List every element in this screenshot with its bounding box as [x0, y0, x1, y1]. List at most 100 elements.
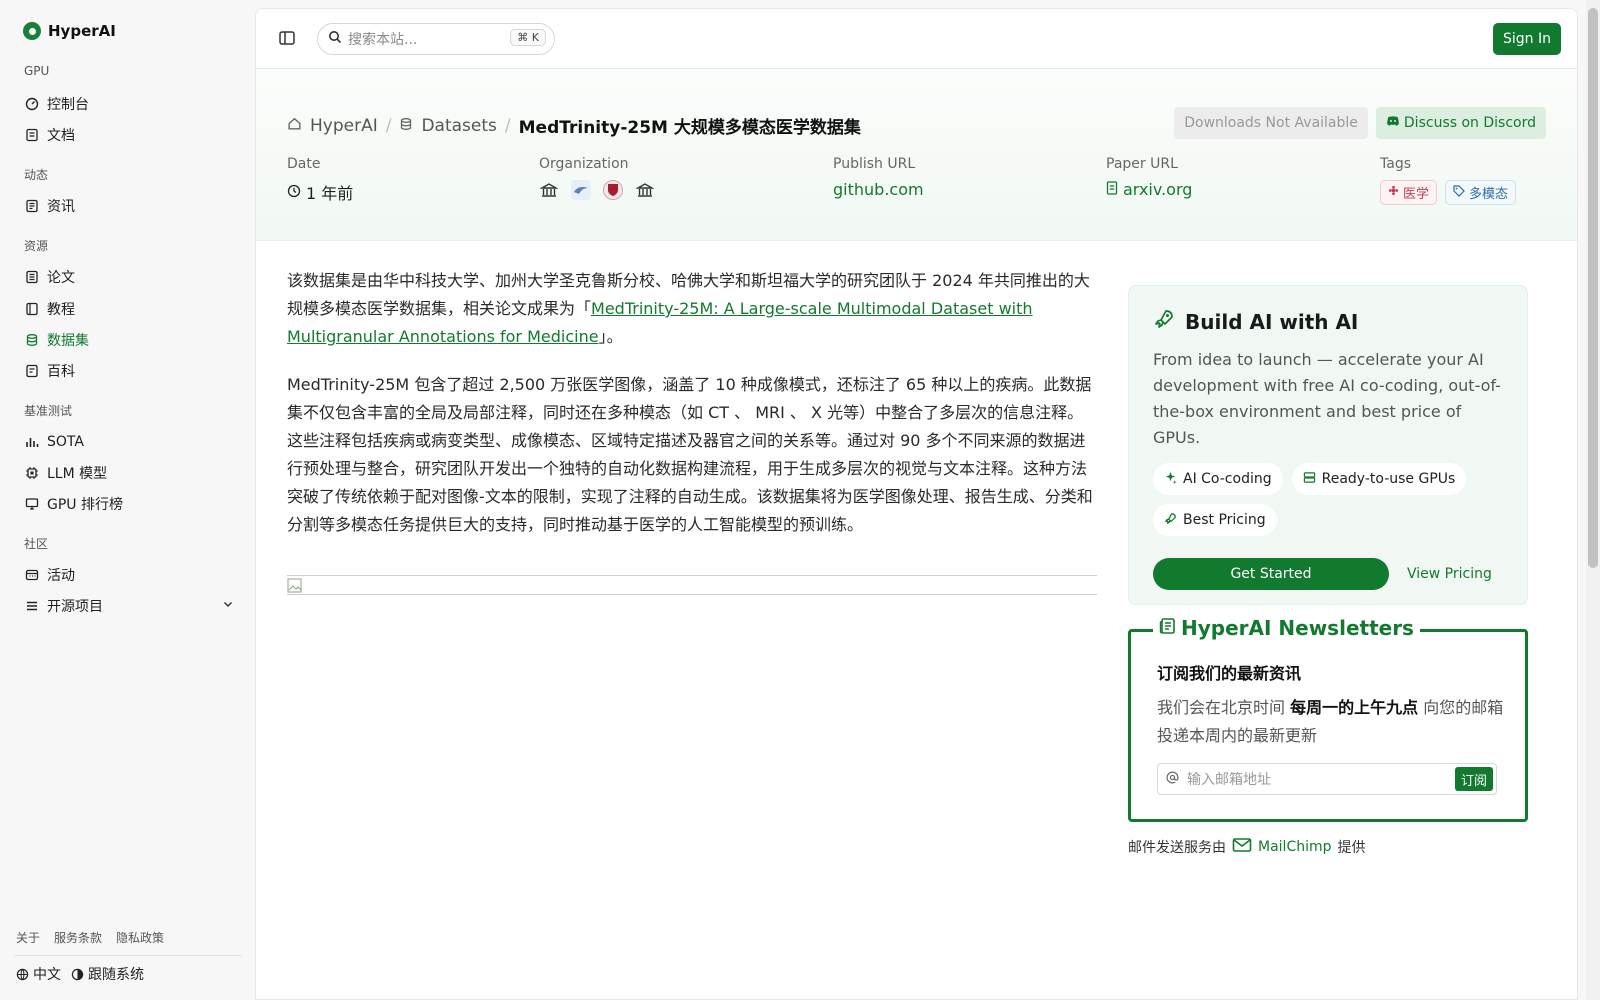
- home-icon: [287, 116, 302, 136]
- chip-icon: [24, 466, 39, 481]
- sidebar-item-gpu-rank[interactable]: GPU 排行榜: [24, 491, 234, 517]
- newsletter-title: HyperAI Newsletters: [1153, 616, 1420, 640]
- chevron-down-icon[interactable]: [222, 598, 234, 614]
- sidebar-toggle-icon[interactable]: [278, 29, 296, 47]
- sidebar: HyperAI GPU 控制台 文档 动态 资讯 资源 论文 教程 数据集 百科…: [0, 0, 255, 1000]
- sidebar-item-llm[interactable]: LLM 模型: [24, 460, 234, 486]
- mailchimp-link[interactable]: MailChimp: [1232, 837, 1332, 857]
- publish-url-link[interactable]: github.com: [833, 180, 924, 199]
- database-icon: [399, 116, 413, 136]
- sign-in-button[interactable]: Sign In: [1493, 23, 1561, 55]
- page-title: MedTrinity-25M 大规模多模态医学数据集: [518, 118, 861, 138]
- sidebar-item-label: 教程: [47, 302, 75, 318]
- promo-description: From idea to launch — accelerate your AI…: [1153, 350, 1501, 447]
- institution-icon[interactable]: [635, 180, 655, 200]
- search-icon: [328, 30, 342, 48]
- logo[interactable]: HyperAI: [23, 22, 116, 40]
- tag-list: 医学 多模态: [1380, 180, 1517, 205]
- promo-card: Build AI with AI From idea to launch — a…: [1128, 285, 1528, 605]
- sidebar-item-label: 控制台: [47, 97, 89, 113]
- meta-tags: Tags 医学 多模态: [1380, 156, 1517, 205]
- breadcrumb: HyperAI / Datasets / MedTrinity-25M 大规模多…: [287, 113, 861, 138]
- language-switch[interactable]: 中文: [16, 964, 61, 984]
- sidebar-item-label: 文档: [47, 128, 75, 144]
- harvard-logo-icon[interactable]: [603, 180, 623, 200]
- sidebar-item-events[interactable]: 活动: [24, 562, 234, 588]
- paper-url-link[interactable]: arxiv.org: [1106, 180, 1192, 199]
- tutorial-icon: [24, 302, 39, 317]
- meta-label: Publish URL: [833, 156, 916, 172]
- section-title-news: 动态: [24, 168, 49, 182]
- meta-date: Date 1 年前: [287, 156, 353, 204]
- broken-image: [287, 575, 1097, 595]
- main-panel: 搜索本站... ⌘ K Sign In HyperAI / Datasets /…: [255, 8, 1578, 1000]
- sidebar-item-docs[interactable]: 文档: [24, 122, 234, 148]
- description-paragraph: 该数据集是由华中科技大学、加州大学圣克鲁斯分校、哈佛大学和斯坦福大学的研究团队于…: [287, 271, 1090, 346]
- subscribe-button[interactable]: 订阅: [1454, 767, 1493, 791]
- footer-divider: [14, 955, 242, 956]
- sidebar-item-wiki[interactable]: 百科: [24, 358, 234, 384]
- wiki-icon: [24, 364, 39, 379]
- mail-credit: 邮件发送服务由 MailChimp 提供: [1128, 837, 1366, 857]
- discord-icon: [1386, 115, 1400, 131]
- footer-settings: 中文 跟随系统: [16, 964, 144, 984]
- theme-switch[interactable]: 跟随系统: [71, 964, 144, 984]
- sidebar-item-label: 资讯: [47, 199, 75, 215]
- hyperai-logo-icon: [23, 22, 41, 40]
- promo-features: AI Co-coding Ready-to-use GPUs Best Pric…: [1153, 463, 1503, 536]
- search-input[interactable]: 搜索本站... ⌘ K: [317, 23, 555, 55]
- scrollbar-thumb[interactable]: [1588, 8, 1598, 568]
- tag-multimodal[interactable]: 多模态: [1445, 180, 1517, 205]
- meta-label: Organization: [539, 156, 629, 172]
- breadcrumb-home[interactable]: HyperAI: [310, 116, 378, 136]
- sidebar-item-label: GPU 排行榜: [47, 497, 123, 513]
- dataset-header: HyperAI / Datasets / MedTrinity-25M 大规模多…: [256, 69, 1577, 241]
- meta-label: Date: [287, 156, 321, 172]
- sidebar-item-dashboard[interactable]: 控制台: [24, 91, 234, 117]
- sidebar-item-label: 活动: [47, 568, 75, 584]
- sidebar-item-tutorials[interactable]: 教程: [24, 296, 234, 322]
- sidebar-item-papers[interactable]: 论文: [24, 264, 234, 290]
- sidebar-item-open-source[interactable]: 开源项目: [24, 593, 234, 619]
- discord-button[interactable]: Discuss on Discord: [1375, 107, 1546, 139]
- logo-text: HyperAI: [48, 22, 116, 40]
- page-scrollbar[interactable]: [1586, 0, 1600, 1000]
- ucsc-logo-icon[interactable]: [571, 180, 591, 200]
- theme-icon: [71, 968, 84, 981]
- header-actions: Downloads Not Available Discuss on Disco…: [1174, 107, 1546, 139]
- doc-icon: [24, 128, 39, 143]
- theme-label: 跟随系统: [88, 967, 144, 983]
- discord-label: Discuss on Discord: [1403, 115, 1536, 131]
- sidebar-item-label: LLM 模型: [47, 466, 108, 482]
- search-placeholder: 搜索本站...: [348, 32, 418, 48]
- mail-icon: [1232, 837, 1252, 857]
- footer-link-terms[interactable]: 服务条款: [54, 929, 102, 946]
- feature-chip: Best Pricing: [1153, 504, 1277, 536]
- sidebar-item-label: 论文: [47, 270, 75, 286]
- footer-link-about[interactable]: 关于: [16, 929, 40, 946]
- database-icon: [24, 333, 39, 348]
- promo-title: Build AI with AI: [1153, 308, 1503, 335]
- sidebar-item-label: 百科: [47, 364, 75, 380]
- description-paragraph: MedTrinity-25M 包含了超过 2,500 万张医学图像，涵盖了 10…: [287, 375, 1093, 534]
- sidebar-item-label: SOTA: [47, 434, 84, 450]
- view-pricing-link[interactable]: View Pricing: [1407, 566, 1492, 582]
- tag-medical[interactable]: 医学: [1380, 180, 1438, 205]
- get-started-button[interactable]: Get Started: [1153, 558, 1389, 590]
- email-field[interactable]: 输入邮箱地址 订阅: [1157, 763, 1497, 795]
- newsletter-card: HyperAI Newsletters 订阅我们的最新资讯 我们会在北京时间 每…: [1128, 616, 1528, 822]
- chart-icon: [24, 435, 39, 450]
- language-label: 中文: [33, 967, 61, 983]
- footer-link-privacy[interactable]: 隐私政策: [116, 929, 164, 946]
- sidebar-item-sota[interactable]: SOTA: [24, 429, 234, 455]
- institution-icon[interactable]: [539, 180, 559, 200]
- at-icon: [1166, 771, 1179, 788]
- flower-icon: [1388, 185, 1399, 200]
- sidebar-item-datasets[interactable]: 数据集: [24, 327, 234, 353]
- breadcrumb-datasets[interactable]: Datasets: [421, 116, 496, 136]
- paper-icon: [24, 270, 39, 285]
- org-icons: [539, 180, 655, 200]
- sidebar-item-news[interactable]: 资讯: [24, 193, 234, 219]
- tag-icon: [1453, 184, 1465, 201]
- breadcrumb-separator: /: [385, 115, 392, 136]
